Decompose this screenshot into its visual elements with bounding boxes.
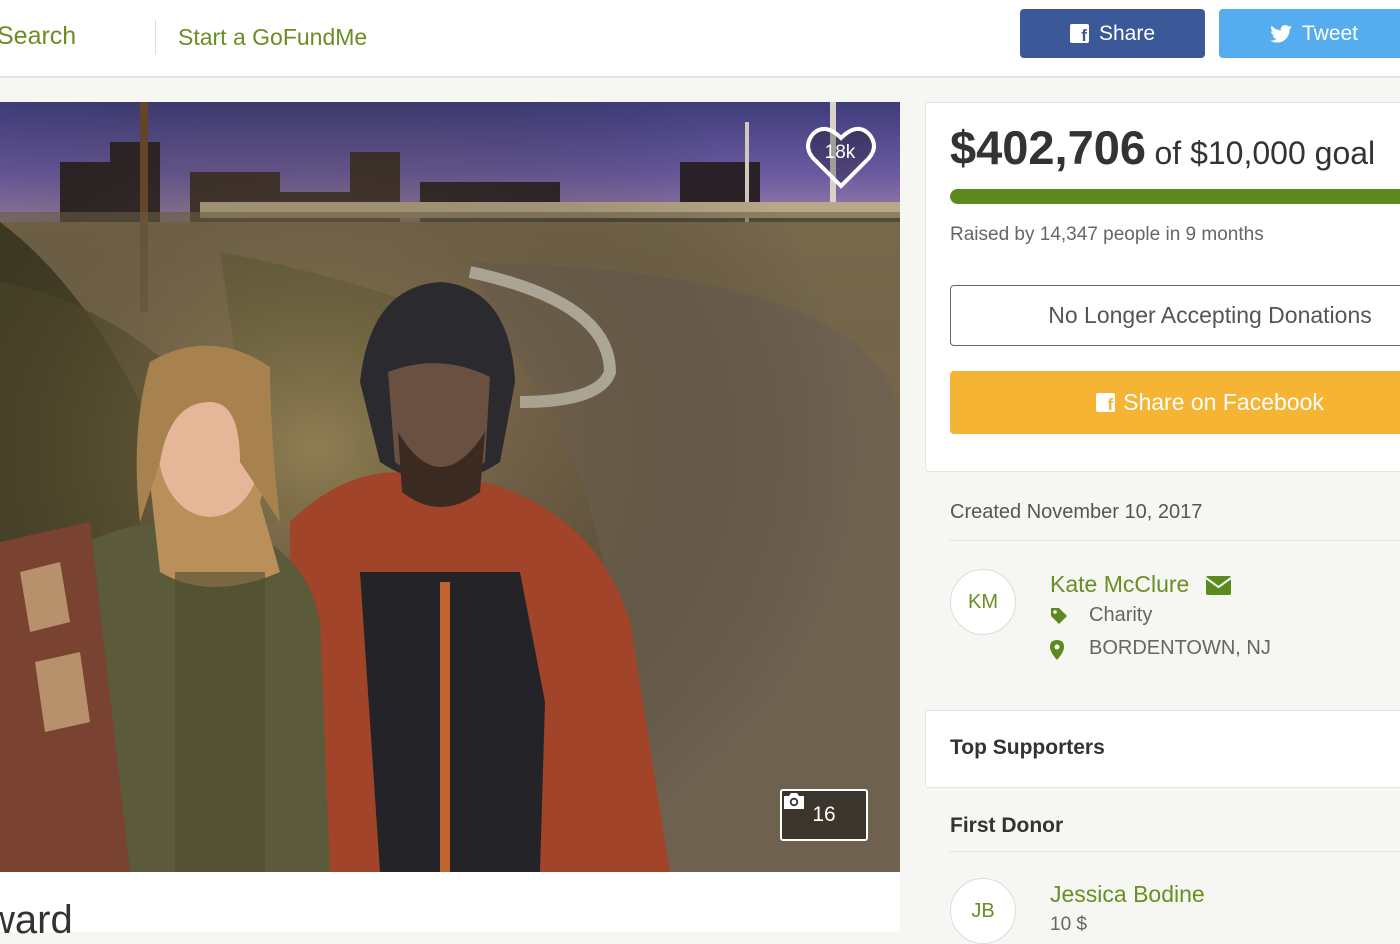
category-label[interactable]: Charity bbox=[1089, 604, 1152, 627]
facebook-share-label: Share bbox=[1098, 21, 1156, 45]
created-date: Created November 10, 2017 bbox=[950, 501, 1203, 523]
twitter-icon bbox=[1270, 24, 1292, 43]
camera-icon bbox=[784, 793, 804, 809]
organizer-name[interactable]: Kate McClure bbox=[1050, 571, 1189, 598]
raised-by-text: Raised by 14,347 people in 9 months bbox=[950, 224, 1264, 245]
first-donor-label: First Donor bbox=[950, 814, 1064, 837]
divider bbox=[950, 540, 1400, 541]
donor-name: Jessica Bodine bbox=[1050, 881, 1205, 907]
tweet-button[interactable]: Tweet bbox=[1219, 9, 1400, 58]
heart-count: 18k bbox=[824, 142, 856, 163]
progress-bar bbox=[950, 189, 1400, 204]
photo-illustration bbox=[0, 102, 900, 872]
organizer-avatar[interactable]: KM bbox=[950, 569, 1016, 635]
map-pin-icon bbox=[1050, 640, 1064, 660]
nav-divider bbox=[155, 20, 156, 54]
goal-text: of $10,000 goal bbox=[1154, 135, 1376, 171]
mail-icon[interactable] bbox=[1206, 576, 1231, 595]
donor-amount: 10 $ bbox=[1050, 914, 1087, 935]
progress-fill bbox=[950, 189, 1400, 204]
amount-summary: $402,706 of $10,000 goal bbox=[950, 120, 1375, 175]
no-longer-accepting-button[interactable]: No Longer Accepting Donations bbox=[950, 285, 1400, 346]
campaign-photo[interactable]: 18k 16 bbox=[0, 102, 900, 872]
facebook-icon bbox=[1069, 24, 1089, 46]
photo-count-button[interactable]: 16 bbox=[780, 789, 868, 841]
start-gofundme-link[interactable]: Start a GoFundMe bbox=[178, 24, 367, 51]
amount-raised: $402,706 bbox=[950, 121, 1147, 174]
tweet-label: Tweet bbox=[1301, 21, 1359, 45]
location-label: BORDENTOWN, NJ bbox=[1089, 637, 1271, 659]
tag-icon bbox=[1051, 608, 1067, 624]
photo-count-label: 16 bbox=[812, 803, 836, 826]
top-supporters-title: Top Supporters bbox=[950, 736, 1105, 759]
facebook-icon bbox=[1096, 393, 1116, 415]
top-nav: Search Start a GoFundMe Share Tweet bbox=[0, 0, 1400, 78]
divider bbox=[950, 851, 1400, 852]
campaign-title-area bbox=[0, 872, 900, 932]
facebook-share-button[interactable]: Share bbox=[1020, 9, 1205, 58]
donor-avatar: JB bbox=[950, 878, 1016, 944]
share-on-facebook-label: Share on Facebook bbox=[1123, 389, 1324, 415]
campaign-title: ward bbox=[0, 898, 73, 942]
search-link[interactable]: Search bbox=[0, 22, 76, 51]
share-on-facebook-button[interactable]: Share on Facebook bbox=[950, 371, 1400, 434]
